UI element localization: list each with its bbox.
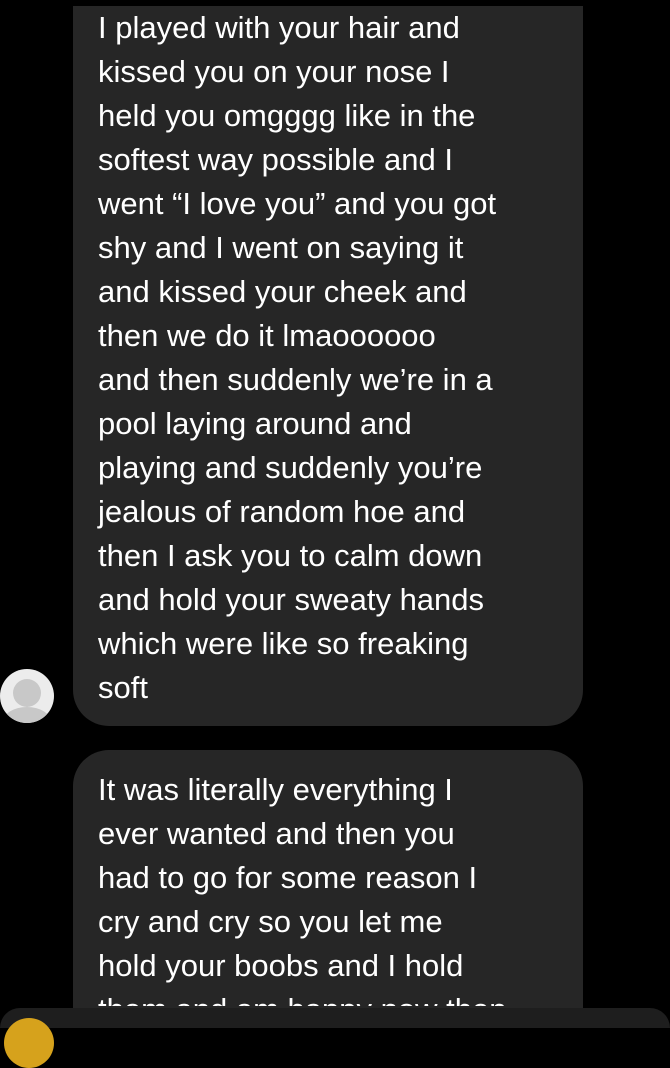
message-line: and hold your sweaty hands — [98, 582, 485, 617]
message-bubble[interactable]: I played with your hair and kissed you o… — [73, 6, 583, 726]
bottom-composer-bar[interactable] — [0, 1008, 670, 1028]
message-bubble[interactable]: It was literally everything I ever wante… — [73, 750, 583, 1028]
message-line: and then suddenly we’re in a — [98, 362, 493, 397]
message-line: pool laying around and — [98, 406, 412, 441]
profile-avatar-icon[interactable] — [4, 1018, 54, 1068]
message-line-partial: them and am happy now then — [98, 988, 506, 1006]
message-line: cry and cry so you let me — [98, 904, 443, 939]
message-line: shy and I went on saying it — [98, 230, 464, 265]
message-line: ever wanted and then you — [98, 816, 455, 851]
avatar-shoulders-shape — [3, 707, 51, 723]
default-user-avatar-icon[interactable] — [0, 669, 54, 723]
avatar-head-shape — [13, 679, 41, 707]
message-line: I played with your hair and — [98, 10, 460, 45]
message-line: It was literally everything I — [98, 772, 453, 807]
message-line: soft — [98, 670, 148, 705]
message-line: which were like so freaking — [98, 626, 469, 661]
message-line: jealous of random hoe and — [98, 494, 466, 529]
message-line: then we do it lmaoooooo — [98, 318, 436, 353]
message-line: had to go for some reason I — [98, 860, 478, 895]
message-line: softest way possible and I — [98, 142, 453, 177]
message-line: playing and suddenly you’re — [98, 450, 483, 485]
message-line: held you omgggg like in the — [98, 98, 476, 133]
message-line: went “I love you” and you got — [98, 186, 497, 221]
message-line: kissed you on your nose I — [98, 54, 450, 89]
message-text: It was literally everything I ever wante… — [98, 768, 506, 1006]
message-line: and kissed your cheek and — [98, 274, 467, 309]
message-line: then I ask you to calm down — [98, 538, 483, 573]
message-text: I played with your hair and kissed you o… — [98, 6, 496, 710]
message-line: hold your boobs and I hold — [98, 948, 464, 983]
